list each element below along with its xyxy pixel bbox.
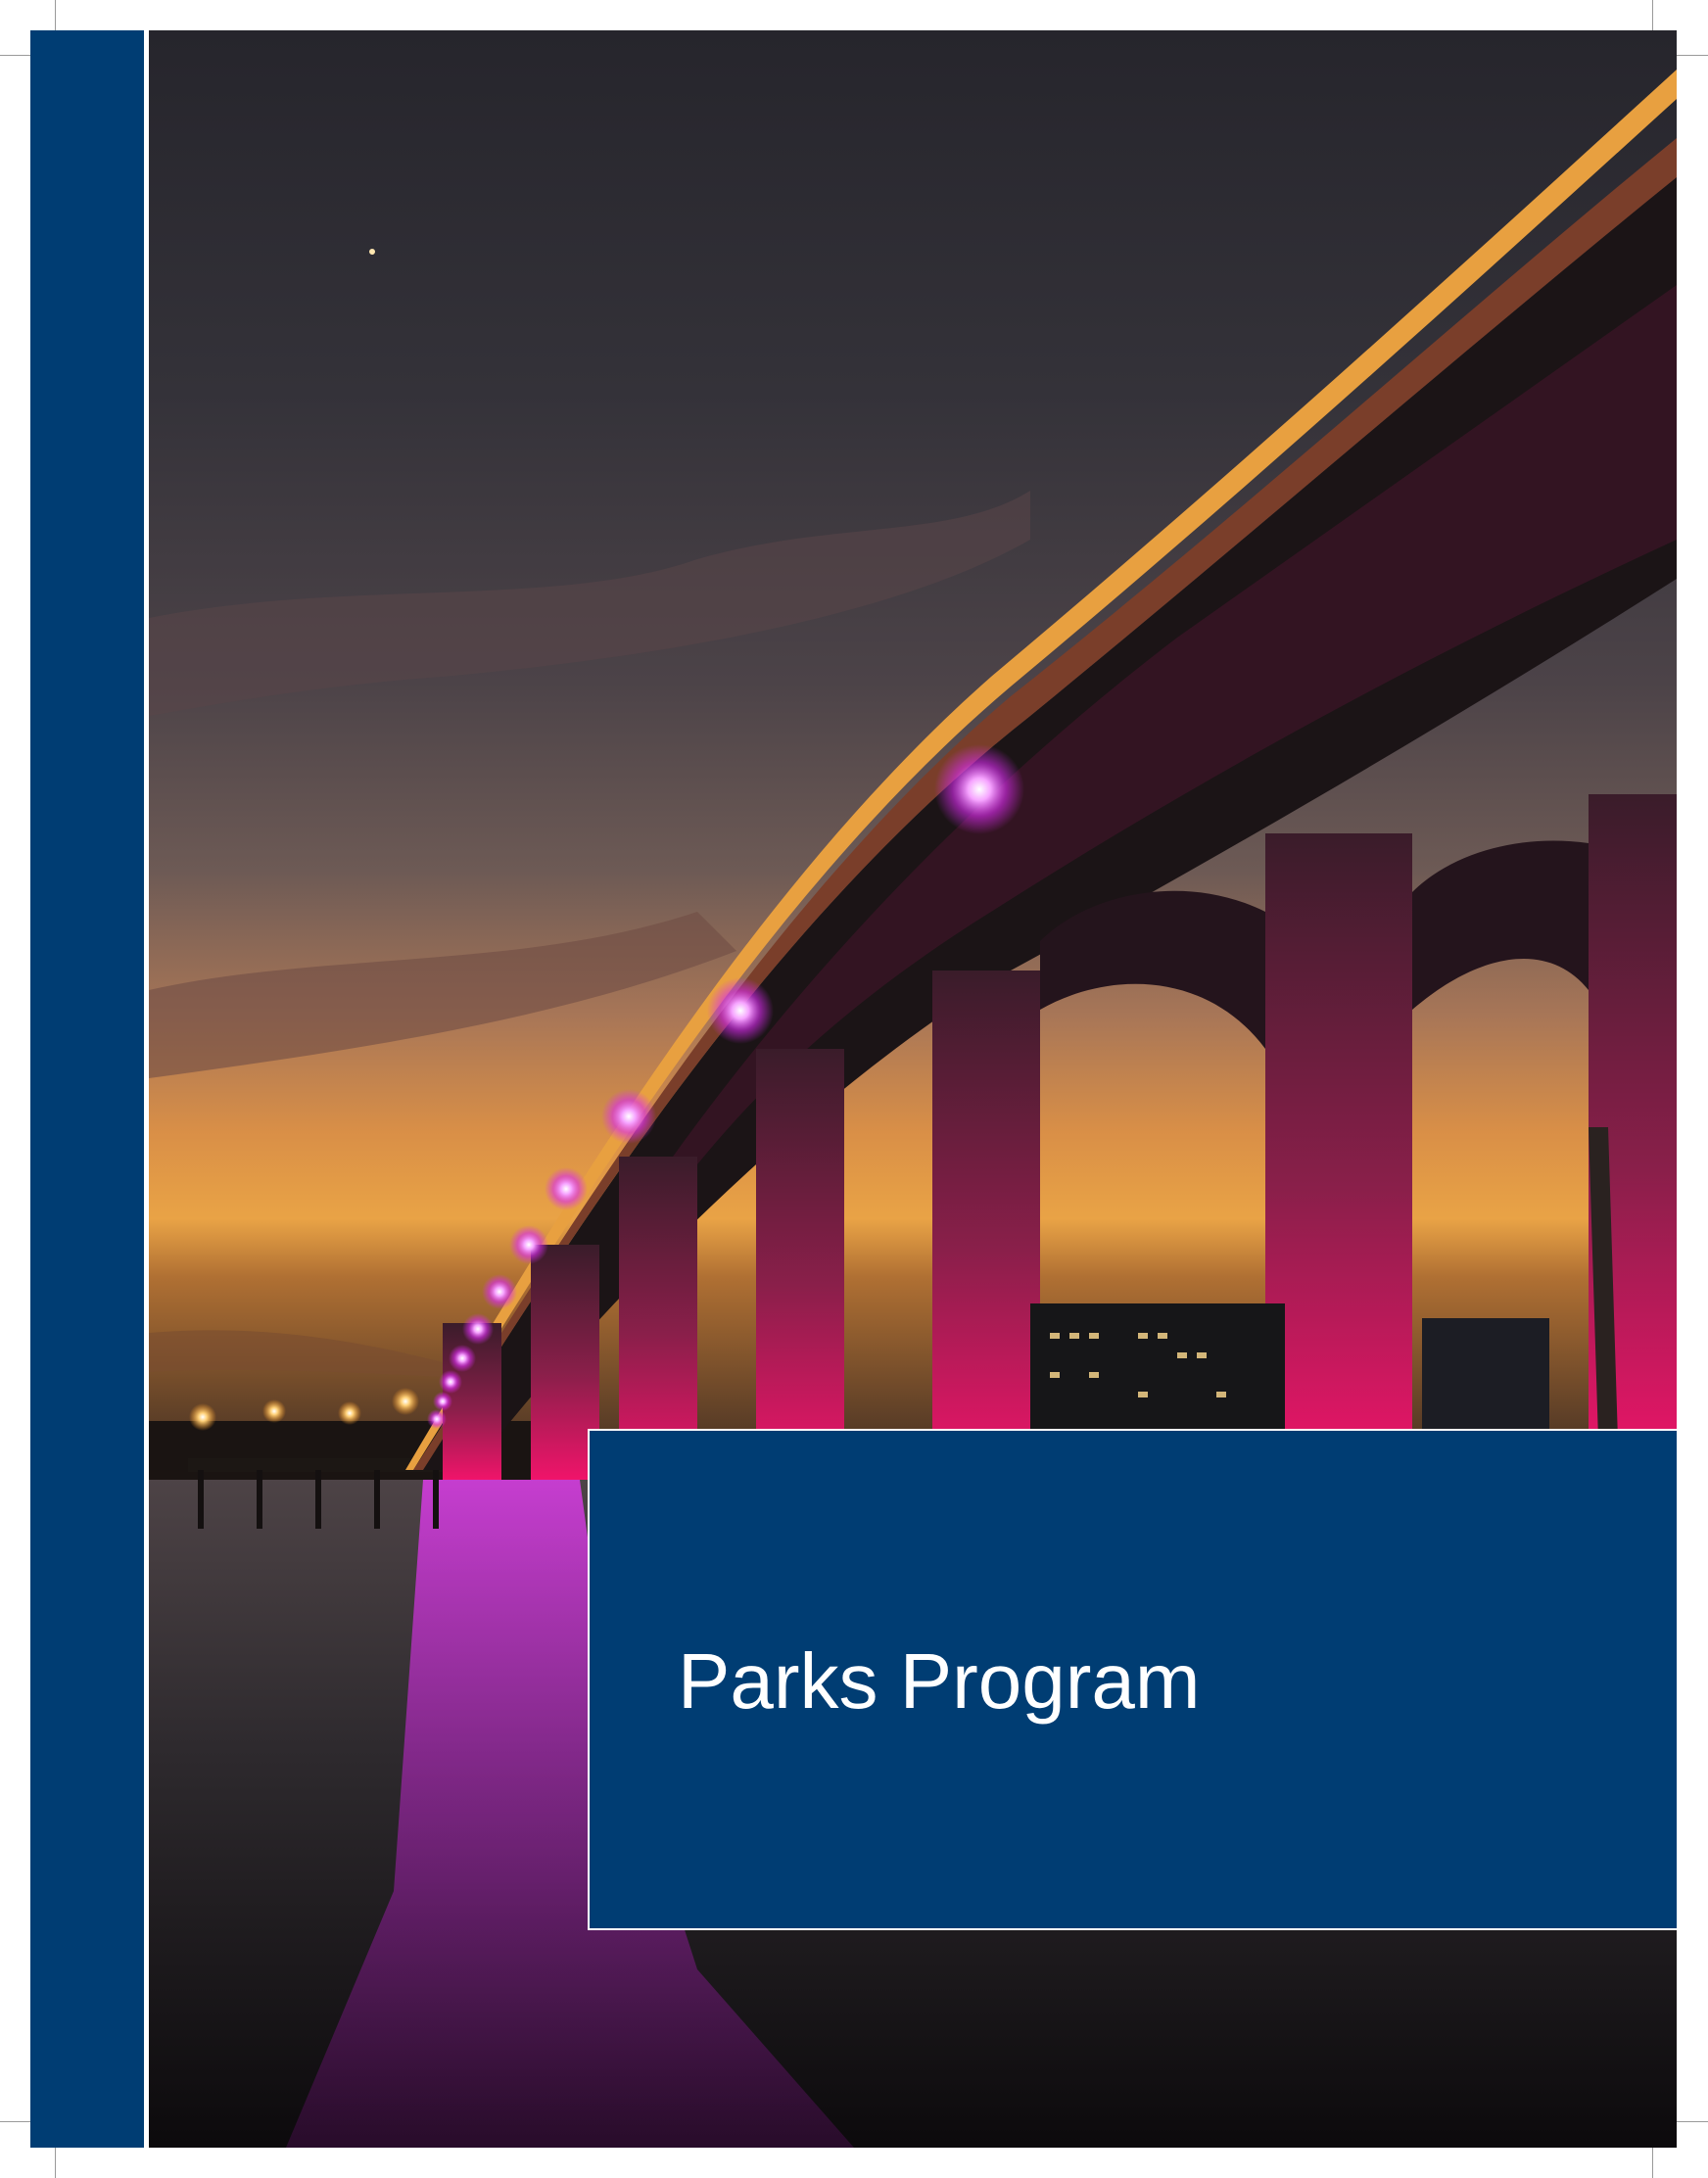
page-title: Parks Program [678,1637,1201,1725]
title-panel: Parks Program [588,1429,1677,1930]
report-cover-page: Parks Program [0,0,1708,2178]
blue-spine-bar [30,30,144,2148]
